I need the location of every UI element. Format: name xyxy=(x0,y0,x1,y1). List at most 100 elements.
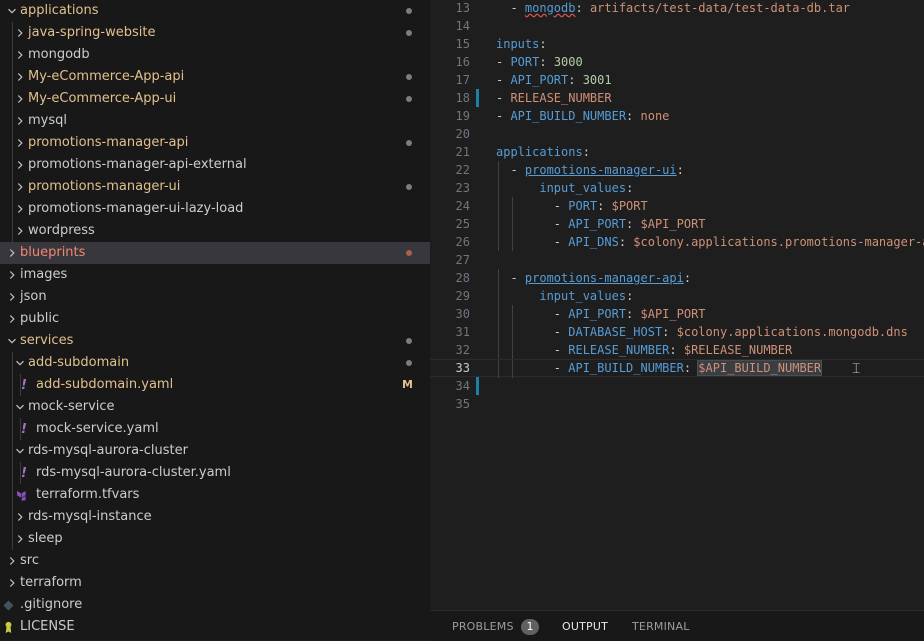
indent-guide xyxy=(20,374,21,396)
code-line[interactable]: 31 - DATABASE_HOST: $colony.applications… xyxy=(430,323,924,341)
folder-row[interactable]: mongodb xyxy=(0,44,430,66)
code-line[interactable]: 15 inputs: xyxy=(430,35,924,53)
folder-row[interactable]: rds-mysql-aurora-cluster xyxy=(0,440,430,462)
code-token: $colony.applications.mongodb.dns xyxy=(676,325,908,339)
file-row[interactable]: ! rds-mysql-aurora-cluster.yaml xyxy=(0,462,430,484)
folder-row[interactable]: My-eCommerce-App-ui xyxy=(0,88,430,110)
code-token: 3001 xyxy=(582,73,612,87)
code-line[interactable]: 32 - RELEASE_NUMBER: $RELEASE_NUMBER xyxy=(430,341,924,359)
code-token: - xyxy=(496,55,511,69)
chevron-right-icon[interactable] xyxy=(6,291,18,303)
chevron-right-icon[interactable] xyxy=(14,511,26,523)
folder-row[interactable]: promotions-manager-ui xyxy=(0,176,430,198)
file-row[interactable]: .gitignore xyxy=(0,594,430,616)
code-line[interactable]: 22 - promotions-manager-ui: xyxy=(430,161,924,179)
folder-row[interactable]: My-eCommerce-App-api xyxy=(0,66,430,88)
folder-row[interactable]: mock-service xyxy=(0,396,430,418)
code-line[interactable]: 21 applications: xyxy=(430,143,924,161)
chevron-right-icon[interactable] xyxy=(6,247,18,259)
tab-problems[interactable]: PROBLEMS xyxy=(452,620,514,634)
code-line[interactable]: 28 - promotions-manager-api: xyxy=(430,269,924,287)
code-line[interactable]: 25 - API_PORT: $API_PORT xyxy=(430,215,924,233)
chevron-right-icon[interactable] xyxy=(14,115,26,127)
tree-item-label: terraform xyxy=(20,575,82,590)
chevron-right-icon[interactable] xyxy=(14,203,26,215)
chevron-right-icon[interactable] xyxy=(14,181,26,193)
line-number: 32 xyxy=(455,343,470,357)
chevron-right-icon[interactable] xyxy=(14,27,26,39)
chevron-right-icon[interactable] xyxy=(6,313,18,325)
tree-item-label: mongodb xyxy=(28,47,90,62)
folder-row[interactable]: json xyxy=(0,286,430,308)
folder-row[interactable]: promotions-manager-api-external xyxy=(0,154,430,176)
chevron-right-icon[interactable] xyxy=(14,225,26,237)
code-token: : xyxy=(618,235,634,249)
tree-item-label: services xyxy=(20,333,74,348)
line-number: 34 xyxy=(455,379,470,393)
folder-row[interactable]: java-spring-website xyxy=(0,22,430,44)
code-token: - xyxy=(496,325,569,339)
folder-row[interactable]: services xyxy=(0,330,430,352)
code-line[interactable]: 20 xyxy=(430,125,924,143)
file-row[interactable]: terraform.tfvars xyxy=(0,484,430,506)
code-line[interactable]: 29 input_values: xyxy=(430,287,924,305)
code-line[interactable]: 24 - PORT: $PORT xyxy=(430,197,924,215)
code-line[interactable]: 33 - API_BUILD_NUMBER: $API_BUILD_NUMBER… xyxy=(430,359,924,378)
code-editor[interactable]: 13 - mongodb: artifacts/test-data/test-d… xyxy=(430,0,924,610)
modified-dot-icon xyxy=(406,140,412,146)
chevron-right-icon[interactable] xyxy=(6,577,18,589)
line-number: 28 xyxy=(455,271,470,285)
file-row[interactable]: ! add-subdomain.yaml M xyxy=(0,374,430,396)
terraform-icon xyxy=(16,487,28,503)
code-token: API_PORT xyxy=(568,217,627,231)
chevron-right-icon[interactable] xyxy=(14,93,26,105)
chevron-down-icon[interactable] xyxy=(14,401,26,413)
file-row[interactable]: ! mock-service.yaml xyxy=(0,418,430,440)
folder-row[interactable]: blueprints xyxy=(0,242,430,264)
tab-output[interactable]: OUTPUT xyxy=(562,620,608,634)
indent-guide xyxy=(20,418,21,440)
code-line[interactable]: 13 - mongodb: artifacts/test-data/test-d… xyxy=(430,0,924,17)
chevron-right-icon[interactable] xyxy=(14,137,26,149)
chevron-right-icon[interactable] xyxy=(14,533,26,545)
code-line[interactable]: 17 - API_PORT: 3001 xyxy=(430,71,924,89)
folder-row[interactable]: applications xyxy=(0,0,430,22)
folder-row[interactable]: mysql xyxy=(0,110,430,132)
folder-row[interactable]: rds-mysql-instance xyxy=(0,506,430,528)
chevron-right-icon[interactable] xyxy=(6,269,18,281)
folder-row[interactable]: public xyxy=(0,308,430,330)
folder-row[interactable]: promotions-manager-api xyxy=(0,132,430,154)
folder-row[interactable]: sleep xyxy=(0,528,430,550)
code-line[interactable]: 19 - API_BUILD_NUMBER: none xyxy=(430,107,924,125)
code-line[interactable]: 27 xyxy=(430,251,924,269)
code-line[interactable]: 23 input_values: xyxy=(430,179,924,197)
chevron-right-icon[interactable] xyxy=(14,159,26,171)
tab-terminal[interactable]: TERMINAL xyxy=(632,620,690,634)
folder-row[interactable]: wordpress xyxy=(0,220,430,242)
folder-row[interactable]: promotions-manager-ui-lazy-load xyxy=(0,198,430,220)
folder-row[interactable]: images xyxy=(0,264,430,286)
code-line[interactable]: 14 xyxy=(430,17,924,35)
code-token: : xyxy=(539,55,554,69)
chevron-right-icon[interactable] xyxy=(14,71,26,83)
code-line[interactable]: 30 - API_PORT: $API_PORT xyxy=(430,305,924,323)
code-line[interactable]: 16 - PORT: 3000 xyxy=(430,53,924,71)
chevron-right-icon[interactable] xyxy=(6,555,18,567)
folder-row[interactable]: src xyxy=(0,550,430,572)
tree-item-label: terraform.tfvars xyxy=(36,487,140,502)
chevron-down-icon[interactable] xyxy=(14,445,26,457)
chevron-down-icon[interactable] xyxy=(6,335,18,347)
code-line[interactable]: 18 - RELEASE_NUMBER xyxy=(430,89,924,107)
folder-row[interactable]: terraform xyxy=(0,572,430,594)
file-row[interactable]: LICENSE xyxy=(0,616,430,638)
chevron-down-icon[interactable] xyxy=(14,357,26,369)
code-token: - xyxy=(496,217,569,231)
line-number: 30 xyxy=(455,307,470,321)
code-line[interactable]: 34 xyxy=(430,377,924,395)
chevron-down-icon[interactable] xyxy=(6,5,18,17)
code-line[interactable]: 35 xyxy=(430,395,924,413)
folder-row[interactable]: add-subdomain xyxy=(0,352,430,374)
line-number: 17 xyxy=(455,73,470,87)
code-line[interactable]: 26 - API_DNS: $colony.applications.promo… xyxy=(430,233,924,251)
chevron-right-icon[interactable] xyxy=(14,49,26,61)
